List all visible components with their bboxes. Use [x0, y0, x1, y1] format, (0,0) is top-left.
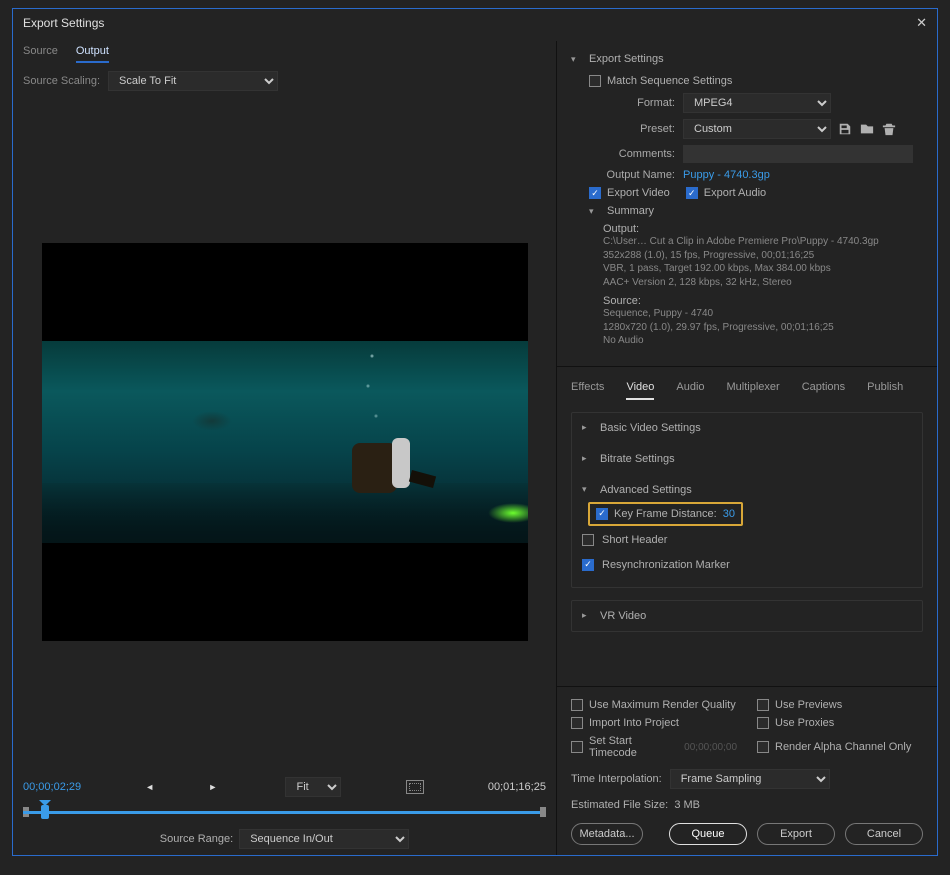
advanced-toggle[interactable]: ▾ Advanced Settings: [572, 474, 922, 496]
preset-label: Preset:: [589, 123, 683, 135]
safe-margins-icon[interactable]: [406, 780, 424, 794]
summary-output-text: C:\User… Cut a Clip in Adobe Premiere Pr…: [603, 235, 883, 289]
chevron-right-icon: ▸: [582, 422, 592, 433]
keyframe-distance-label: Key Frame Distance:: [614, 508, 717, 520]
bitrate-toggle[interactable]: ▸ Bitrate Settings: [572, 443, 922, 474]
close-icon[interactable]: ✕: [916, 15, 927, 31]
tab-source[interactable]: Source: [23, 43, 58, 63]
tab-publish[interactable]: Publish: [867, 379, 903, 400]
set-start-label: Set Start Timecode: [589, 735, 676, 759]
export-button[interactable]: Export: [757, 823, 835, 845]
export-settings-dialog: Export Settings ✕ Source Output Source S…: [12, 8, 938, 856]
time-interp-label: Time Interpolation:: [571, 773, 662, 785]
out-timecode: 00;01;16;25: [488, 781, 546, 793]
match-sequence-label: Match Sequence Settings: [607, 75, 732, 87]
import-project-checkbox[interactable]: [571, 717, 583, 729]
chevron-right-icon: ▸: [582, 453, 592, 464]
est-size-value: 3 MB: [674, 799, 700, 811]
tab-effects[interactable]: Effects: [571, 379, 604, 400]
step-back-icon[interactable]: ◄: [145, 782, 158, 792]
tab-video[interactable]: Video: [626, 379, 654, 400]
max-quality-checkbox[interactable]: [571, 699, 583, 711]
cancel-button[interactable]: Cancel: [845, 823, 923, 845]
vr-video-toggle[interactable]: ▸ VR Video: [572, 601, 922, 631]
match-sequence-checkbox[interactable]: [589, 75, 601, 87]
source-range-select[interactable]: Sequence In/Out: [239, 829, 409, 849]
use-proxies-label: Use Proxies: [775, 717, 834, 729]
import-project-label: Import Into Project: [589, 717, 679, 729]
timeline-slider[interactable]: [23, 801, 546, 823]
chevron-down-icon: ▾: [589, 206, 599, 217]
keyframe-distance-row: Key Frame Distance: 30: [588, 502, 743, 526]
output-name-label: Output Name:: [589, 169, 683, 181]
in-timecode[interactable]: 00;00;02;29: [23, 781, 81, 793]
chevron-down-icon: ▾: [571, 54, 581, 65]
preview-monitor: [42, 243, 528, 641]
short-header-checkbox[interactable]: [582, 534, 594, 546]
metadata-button[interactable]: Metadata...: [571, 823, 643, 845]
export-video-checkbox[interactable]: [589, 187, 601, 199]
keyframe-distance-checkbox[interactable]: [596, 508, 608, 520]
export-video-label: Export Video: [607, 187, 670, 199]
resync-label: Resynchronization Marker: [602, 559, 730, 571]
export-audio-checkbox[interactable]: [686, 187, 698, 199]
basic-video-toggle[interactable]: ▸ Basic Video Settings: [572, 413, 922, 443]
use-previews-checkbox[interactable]: [757, 699, 769, 711]
output-name-link[interactable]: Puppy - 4740.3gp: [683, 169, 770, 181]
est-size-label: Estimated File Size:: [571, 799, 668, 811]
queue-button[interactable]: Queue: [669, 823, 747, 845]
bitrate-label: Bitrate Settings: [600, 453, 675, 465]
render-alpha-label: Render Alpha Channel Only: [775, 741, 911, 753]
tab-audio[interactable]: Audio: [676, 379, 704, 400]
basic-video-label: Basic Video Settings: [600, 422, 701, 434]
use-previews-label: Use Previews: [775, 699, 842, 711]
time-interp-select[interactable]: Frame Sampling: [670, 769, 830, 789]
format-select[interactable]: MPEG4: [683, 93, 831, 113]
use-proxies-checkbox[interactable]: [757, 717, 769, 729]
comments-label: Comments:: [589, 148, 683, 160]
summary-output-label: Output:: [603, 223, 643, 235]
source-scaling-label: Source Scaling:: [23, 75, 100, 87]
delete-preset-icon[interactable]: [881, 122, 897, 136]
render-alpha-checkbox[interactable]: [757, 741, 769, 753]
playhead-icon[interactable]: [41, 805, 49, 819]
tab-output[interactable]: Output: [76, 43, 109, 63]
short-header-label: Short Header: [602, 534, 667, 546]
dialog-title: Export Settings: [23, 16, 104, 30]
import-preset-icon[interactable]: [859, 122, 875, 136]
tab-multiplexer[interactable]: Multiplexer: [727, 379, 780, 400]
chevron-down-icon: ▾: [582, 484, 592, 495]
export-audio-label: Export Audio: [704, 187, 766, 199]
comments-input[interactable]: [683, 145, 913, 163]
max-quality-label: Use Maximum Render Quality: [589, 699, 736, 711]
keyframe-distance-value[interactable]: 30: [723, 508, 735, 520]
source-range-label: Source Range:: [160, 833, 233, 845]
zoom-select[interactable]: Fit: [285, 777, 341, 797]
vr-video-label: VR Video: [600, 610, 646, 622]
chevron-right-icon: ▸: [582, 610, 592, 621]
summary-heading: Summary: [607, 205, 654, 217]
set-start-checkbox[interactable]: [571, 741, 583, 753]
format-label: Format:: [589, 97, 683, 109]
set-start-value[interactable]: 00;00;00;00: [684, 742, 737, 753]
preset-select[interactable]: Custom: [683, 119, 831, 139]
export-settings-toggle[interactable]: ▾ Export Settings: [571, 53, 923, 65]
summary-source-text: Sequence, Puppy - 4740 1280x720 (1.0), 2…: [603, 307, 883, 348]
tab-captions[interactable]: Captions: [802, 379, 845, 400]
source-scaling-select[interactable]: Scale To Fit: [108, 71, 278, 91]
step-forward-icon[interactable]: ►: [208, 782, 221, 792]
summary-toggle[interactable]: ▾ Summary: [589, 205, 923, 217]
advanced-label: Advanced Settings: [600, 484, 692, 496]
preview-frame: [42, 341, 528, 543]
export-settings-heading: Export Settings: [589, 53, 664, 65]
save-preset-icon[interactable]: [837, 122, 853, 136]
summary-source-label: Source:: [603, 295, 643, 307]
resync-checkbox[interactable]: [582, 559, 594, 571]
